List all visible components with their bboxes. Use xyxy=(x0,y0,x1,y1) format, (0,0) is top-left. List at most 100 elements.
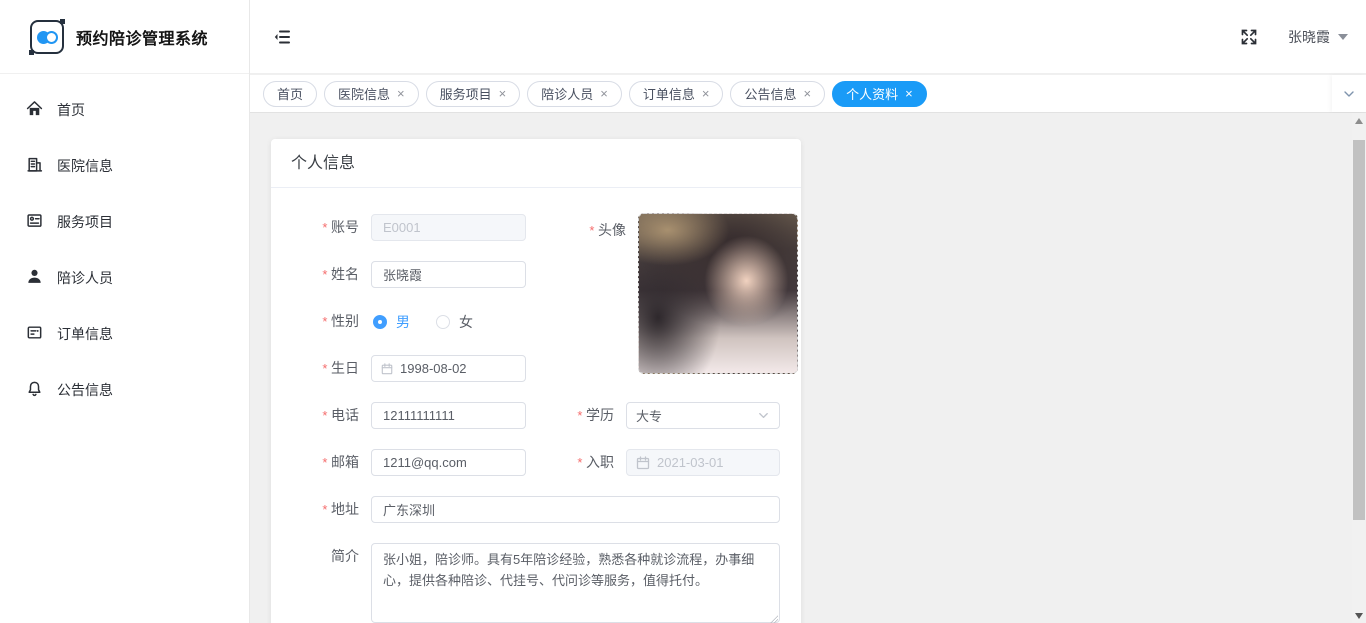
top-header: 张晓霞 xyxy=(250,0,1366,74)
calendar-icon xyxy=(381,362,393,374)
birthday-input[interactable] xyxy=(400,361,516,376)
form-row-phone-education: 电话 学历 大专 xyxy=(271,402,801,429)
education-select[interactable]: 大专 xyxy=(626,402,780,429)
sidebar-item-services[interactable]: 服务项目 xyxy=(0,194,249,250)
header-right: 张晓霞 xyxy=(1240,0,1348,74)
scroll-down-arrow[interactable] xyxy=(1355,613,1363,619)
education-label: 学历 xyxy=(526,402,626,429)
tab-label: 医院信息 xyxy=(338,87,391,102)
radio-icon xyxy=(436,314,450,329)
address-label: 地址 xyxy=(271,496,371,523)
birthday-label: 生日 xyxy=(271,355,371,382)
tab-label: 服务项目 xyxy=(439,87,492,102)
hiredate-value: 2021-03-01 xyxy=(657,455,724,470)
close-icon[interactable]: × xyxy=(397,87,405,100)
radio-label: 男 xyxy=(396,313,410,330)
sidebar-item-notices[interactable]: 公告信息 xyxy=(0,362,249,418)
hiredate-label: 入职 xyxy=(526,449,626,476)
sidebar-item-label: 订单信息 xyxy=(57,326,113,342)
tab-hospital-info[interactable]: 医院信息 × xyxy=(324,80,419,107)
sidebar-item-hospital[interactable]: 医院信息 xyxy=(0,138,249,194)
tab-services[interactable]: 服务项目 × xyxy=(425,80,521,107)
app-logo-icon xyxy=(29,18,65,55)
card-title: 个人信息 xyxy=(271,139,801,188)
tab-profile[interactable]: 个人资料 × xyxy=(832,80,927,107)
phone-input[interactable] xyxy=(371,402,526,429)
scrollbar-thumb[interactable] xyxy=(1353,140,1365,520)
form-row-avatar: 头像 xyxy=(538,213,798,374)
intro-label: 简介 xyxy=(331,548,359,564)
gender-label: 性别 xyxy=(271,308,371,335)
app-title: 预约陪诊管理系统 xyxy=(76,30,209,48)
sidebar-item-orders[interactable]: 订单信息 xyxy=(0,306,249,362)
tab-label: 陪诊人员 xyxy=(541,87,594,102)
sidebar-item-label: 陪诊人员 xyxy=(57,270,113,286)
tab-staff[interactable]: 陪诊人员 × xyxy=(527,80,622,107)
radio-icon xyxy=(373,314,387,329)
intro-textarea[interactable]: 张小姐，陪诊师。具有5年陪诊经验，熟悉各种就诊流程，办事细心，提供各种陪诊、代挂… xyxy=(371,543,780,623)
main-content: 个人信息 账号 姓名 性别 男 xyxy=(250,113,1366,623)
chevron-down-icon xyxy=(759,412,768,419)
gender-radio-group: 男 女 xyxy=(371,312,473,332)
profile-form: 账号 姓名 性别 男 女 xyxy=(271,188,801,623)
service-card-icon xyxy=(26,212,43,232)
account-input xyxy=(371,214,526,241)
form-row-address: 地址 xyxy=(271,496,801,523)
bell-icon xyxy=(26,380,43,400)
close-icon[interactable]: × xyxy=(499,87,507,100)
home-icon xyxy=(26,100,43,120)
sidebar-item-label: 公告信息 xyxy=(57,382,113,398)
app-logo: 预约陪诊管理系统 xyxy=(0,0,249,74)
sidebar-item-home[interactable]: 首页 xyxy=(0,82,249,138)
gender-radio-male[interactable]: 男 xyxy=(373,312,410,332)
account-label: 账号 xyxy=(271,214,371,241)
app-root: 预约陪诊管理系统 首页 医院信息 服务项目 陪诊人员 订单信息 公告信息 张晓霞… xyxy=(0,0,1366,623)
form-row-intro: 简介 张小姐，陪诊师。具有5年陪诊经验，熟悉各种就诊流程，办事细心，提供各种陪诊… xyxy=(271,543,801,623)
name-label: 姓名 xyxy=(271,261,371,288)
tab-home[interactable]: 首页 xyxy=(263,80,318,107)
person-icon xyxy=(26,268,43,288)
close-icon[interactable]: × xyxy=(600,87,608,100)
calendar-icon xyxy=(636,455,650,469)
user-menu[interactable]: 张晓霞 xyxy=(1288,27,1348,47)
avatar-image[interactable] xyxy=(638,213,798,374)
sidebar-menu: 首页 医院信息 服务项目 陪诊人员 订单信息 公告信息 xyxy=(0,74,249,418)
tab-orders[interactable]: 订单信息 × xyxy=(628,80,724,107)
sidebar-item-label: 服务项目 xyxy=(57,214,113,230)
phone-label: 电话 xyxy=(271,402,371,429)
sidebar-item-staff[interactable]: 陪诊人员 xyxy=(0,250,249,306)
tabs-dropdown-button[interactable] xyxy=(1332,75,1366,112)
tab-notices[interactable]: 公告信息 × xyxy=(730,80,826,107)
fullscreen-icon[interactable] xyxy=(1240,28,1258,46)
sidebar-item-label: 医院信息 xyxy=(57,158,113,174)
sidebar: 预约陪诊管理系统 首页 医院信息 服务项目 陪诊人员 订单信息 公告信息 xyxy=(0,0,250,623)
tags-view-bar: 首页 医院信息 × 服务项目 × 陪诊人员 × 订单信息 × 公告信息 × 个人… xyxy=(250,75,1366,113)
close-icon[interactable]: × xyxy=(702,87,710,100)
vertical-scrollbar xyxy=(1352,113,1366,623)
hiredate-datepicker: 2021-03-01 xyxy=(626,449,780,476)
sidebar-collapse-icon[interactable] xyxy=(273,27,293,47)
email-label: 邮箱 xyxy=(271,449,371,476)
close-icon[interactable]: × xyxy=(905,87,913,100)
hospital-icon xyxy=(26,156,43,176)
name-input[interactable] xyxy=(371,261,526,288)
avatar-label: 头像 xyxy=(538,213,638,244)
username: 张晓霞 xyxy=(1288,29,1330,45)
tab-label: 公告信息 xyxy=(744,87,797,102)
education-value: 大专 xyxy=(636,409,663,424)
order-form-icon xyxy=(26,324,43,344)
radio-label: 女 xyxy=(459,313,473,330)
tab-label: 首页 xyxy=(277,87,304,102)
form-row-email-hiredate: 邮箱 入职 2021-03-01 xyxy=(271,449,801,476)
address-input[interactable] xyxy=(371,496,780,523)
profile-card: 个人信息 账号 姓名 性别 男 xyxy=(271,139,801,623)
tab-label: 订单信息 xyxy=(642,87,695,102)
email-input[interactable] xyxy=(371,449,526,476)
birthday-datepicker[interactable] xyxy=(371,355,526,382)
tab-label: 个人资料 xyxy=(846,87,899,102)
chevron-down-icon xyxy=(1338,34,1348,40)
gender-radio-female[interactable]: 女 xyxy=(436,312,473,332)
close-icon[interactable]: × xyxy=(803,87,811,100)
intro-textarea-wrap: 张小姐，陪诊师。具有5年陪诊经验，熟悉各种就诊流程，办事细心，提供各种陪诊、代挂… xyxy=(371,543,780,623)
scroll-up-arrow[interactable] xyxy=(1355,118,1363,124)
